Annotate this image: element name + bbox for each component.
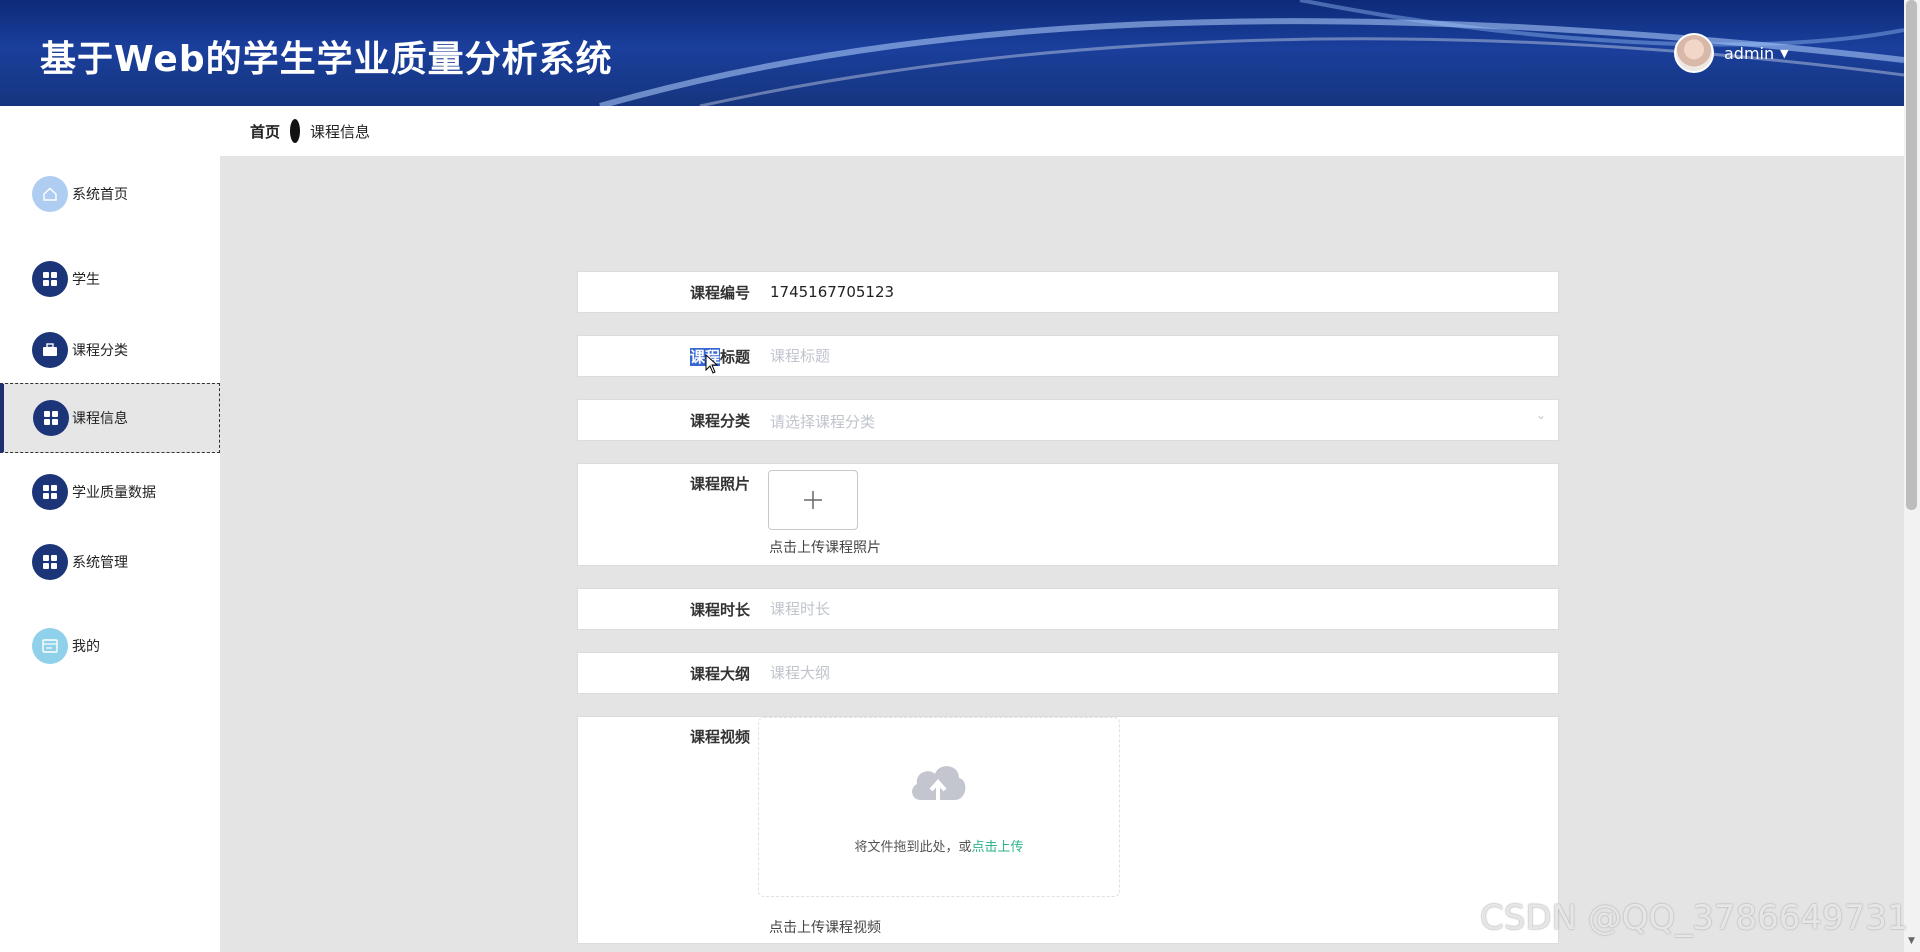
sidebar-item-label: 学业质量数据 — [72, 485, 156, 501]
course-photo-label: 课程照片 — [689, 475, 750, 493]
mouse-cursor-icon — [705, 354, 719, 374]
user-menu[interactable]: admin ▼ — [1674, 32, 1789, 74]
plus-icon — [804, 491, 822, 509]
breadcrumb-current: 课程信息 — [310, 122, 371, 141]
course-duration-input[interactable] — [770, 600, 1546, 618]
grid-icon — [32, 474, 68, 510]
watermark: CSDN @QQ_3786649731 — [1480, 898, 1909, 938]
drop-instruction: 将文件拖到此处，或 — [854, 840, 972, 855]
briefcase-icon — [32, 332, 68, 368]
sidebar-item-course-info[interactable]: 课程信息 — [0, 383, 220, 453]
grid-icon — [33, 400, 69, 436]
course-title-input[interactable] — [770, 347, 1546, 365]
app-title: 基于Web的学生学业质量分析系统 — [40, 39, 613, 80]
scrollbar-thumb[interactable] — [1906, 0, 1917, 510]
grid-icon — [32, 261, 68, 297]
form-row-course-category[interactable]: 课程分类 请选择课程分类 ⌄ — [577, 399, 1559, 441]
video-upload-tip: 点击上传课程视频 — [769, 920, 881, 936]
course-category-select[interactable]: 请选择课程分类 — [770, 411, 875, 432]
profile-card-icon — [32, 628, 68, 664]
course-category-label: 课程分类 — [689, 412, 750, 430]
breadcrumb-separator-icon — [290, 119, 301, 143]
sidebar-item-academic-quality[interactable]: 学业质量数据 — [0, 457, 220, 527]
form-row-course-title: 课程标题 — [577, 335, 1559, 377]
form-row-course-video: 课程视频 将文件拖到此处，或点击上传 点击上传课程视频 — [577, 716, 1559, 944]
breadcrumb-home[interactable]: 首页 — [250, 121, 280, 142]
sidebar-item-home[interactable]: 系统首页 — [0, 159, 220, 229]
avatar[interactable] — [1674, 33, 1714, 73]
sidebar-item-label: 学生 — [72, 272, 100, 288]
caret-down-icon[interactable]: ▼ — [1780, 47, 1788, 60]
video-drop-zone[interactable]: 将文件拖到此处，或点击上传 — [758, 717, 1120, 897]
course-outline-label: 课程大纲 — [689, 665, 750, 683]
grid-icon — [32, 544, 68, 580]
sidebar-item-label: 系统管理 — [72, 555, 128, 571]
top-header: 基于Web的学生学业质量分析系统 admin ▼ — [0, 0, 1904, 106]
sidebar-item-label: 我的 — [72, 639, 100, 655]
course-video-label: 课程视频 — [689, 728, 750, 746]
sidebar: 系统首页 学生 课程分类 课程信息 学业质量数据 系统管理 我的 — [0, 106, 220, 952]
chevron-down-icon[interactable]: ⌄ — [1536, 408, 1546, 422]
course-outline-input[interactable] — [770, 664, 1546, 682]
sidebar-item-system-management[interactable]: 系统管理 — [0, 527, 220, 597]
course-no-value: 1745167705123 — [770, 283, 895, 301]
click-upload-link[interactable]: 点击上传 — [972, 840, 1024, 855]
sidebar-item-students[interactable]: 学生 — [0, 244, 220, 314]
form-row-course-photo: 课程照片 点击上传课程照片 — [577, 463, 1559, 566]
course-title-label-rest: 标题 — [719, 348, 750, 366]
form-row-course-duration: 课程时长 — [577, 588, 1559, 630]
form-row-course-outline: 课程大纲 — [577, 652, 1559, 694]
course-title-label: 课程标题 — [578, 346, 750, 367]
sidebar-item-label: 课程信息 — [72, 411, 128, 427]
sidebar-item-course-category[interactable]: 课程分类 — [0, 315, 220, 385]
form-row-course-no: 课程编号 1745167705123 — [577, 271, 1559, 313]
course-no-label: 课程编号 — [689, 284, 750, 302]
breadcrumb: 首页 课程信息 — [220, 106, 1904, 156]
cloud-upload-icon — [912, 766, 966, 802]
sidebar-item-label: 系统首页 — [72, 187, 128, 203]
sidebar-item-label: 课程分类 — [72, 343, 128, 359]
drop-text: 将文件拖到此处，或点击上传 — [759, 836, 1119, 855]
home-icon — [32, 176, 68, 212]
sidebar-item-mine[interactable]: 我的 — [0, 611, 220, 681]
username[interactable]: admin — [1724, 44, 1774, 63]
photo-upload-tip: 点击上传课程照片 — [769, 540, 881, 556]
course-duration-label: 课程时长 — [689, 601, 750, 619]
photo-upload-button[interactable] — [768, 470, 858, 530]
